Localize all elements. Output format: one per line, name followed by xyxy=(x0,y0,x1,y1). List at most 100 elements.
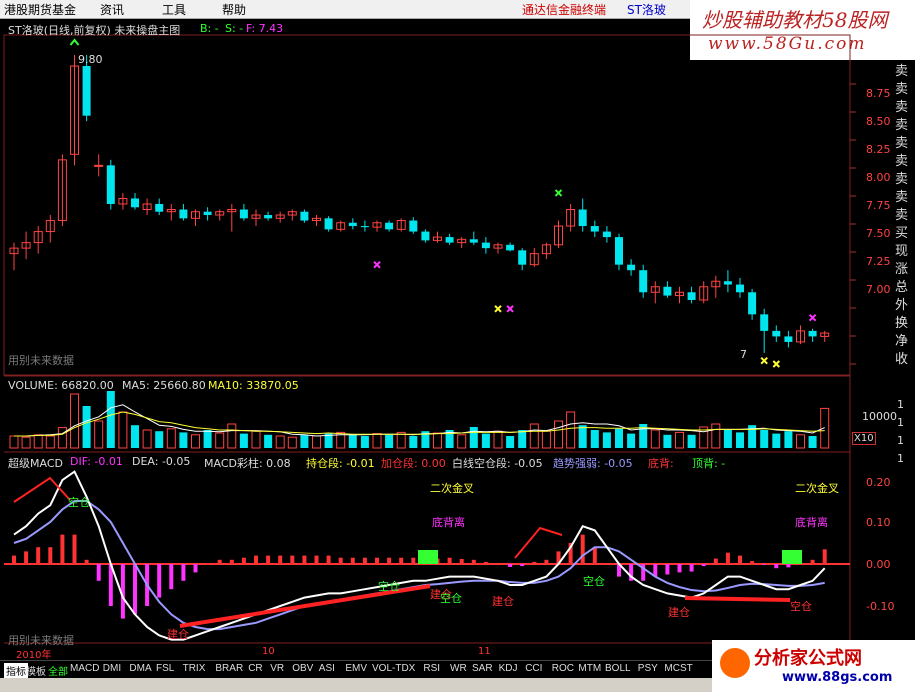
candle-body xyxy=(445,237,454,243)
macd-bar xyxy=(520,564,525,567)
macd-bar xyxy=(738,555,742,564)
macd-bar xyxy=(278,555,283,564)
volume-bar xyxy=(457,434,467,449)
tab-psy[interactable]: PSY xyxy=(638,663,658,674)
candle-body xyxy=(82,66,91,116)
macd-dif: DIF: -0.01 xyxy=(70,455,123,468)
volume-bar xyxy=(9,435,19,449)
tab-cr[interactable]: CR xyxy=(248,663,262,674)
macd-bar xyxy=(36,547,41,564)
macd-bar xyxy=(290,555,295,564)
macd-bar xyxy=(12,555,16,564)
volume-bar xyxy=(275,435,285,449)
volume-bar xyxy=(687,434,696,448)
volume-bar xyxy=(300,434,309,448)
side-quote-label: 卖 xyxy=(895,118,909,133)
tab-vr[interactable]: VR xyxy=(270,663,284,674)
volume-bar xyxy=(493,430,503,449)
candle-body xyxy=(385,222,394,230)
tab-sar[interactable]: SAR xyxy=(472,663,493,674)
tab-指标[interactable]: 指标 xyxy=(4,663,28,678)
tab-wr[interactable]: WR xyxy=(450,663,467,674)
candle-body xyxy=(106,165,115,204)
macd-bar xyxy=(72,534,77,564)
volume-bar xyxy=(723,430,732,448)
volume-bar xyxy=(179,432,188,448)
tab-mcst[interactable]: MCST xyxy=(664,663,692,674)
side-quote-label: 卖 xyxy=(895,172,909,187)
macd-mark-empty-3: 空仓 xyxy=(440,592,462,605)
tab-vol-tdx[interactable]: VOL-TDX xyxy=(372,663,415,674)
volume-bar xyxy=(203,430,212,448)
volume-bar xyxy=(518,430,527,448)
candle-body xyxy=(736,284,744,293)
chart-canvas[interactable] xyxy=(0,0,915,692)
macd-bar xyxy=(387,557,392,564)
low-price-label: 7 xyxy=(740,348,747,361)
volume-bar xyxy=(772,433,781,448)
macd-bar xyxy=(762,564,767,565)
tab-macd[interactable]: MACD xyxy=(70,663,99,674)
volume-bar xyxy=(711,423,721,449)
tab-模板[interactable]: 模板 xyxy=(26,663,46,678)
macd-bar xyxy=(483,561,488,564)
macd-mark-empty-1: 空仓 xyxy=(68,496,90,509)
volume-bar xyxy=(409,436,418,448)
tab-kdj[interactable]: KDJ xyxy=(499,663,518,674)
volume-bar xyxy=(627,433,636,448)
macd-bar xyxy=(48,547,53,564)
date-year-label: 2010年 xyxy=(16,650,52,661)
macd-mark-empty-4: 空仓 xyxy=(583,575,605,588)
volume-bar xyxy=(615,428,623,448)
tab-asi[interactable]: ASI xyxy=(319,663,335,674)
candle-body xyxy=(808,330,817,337)
volume-bar xyxy=(760,430,769,448)
volume-label: VOLUME: 66820.00 xyxy=(8,379,114,392)
volume-bar xyxy=(166,428,176,449)
tab-全部[interactable]: 全部 xyxy=(48,663,68,678)
tab-fsl[interactable]: FSL xyxy=(156,663,174,674)
top-signal-mark xyxy=(69,38,80,46)
macd-bar xyxy=(302,555,307,564)
tab-dmi[interactable]: DMI xyxy=(103,663,121,674)
tab-rsi[interactable]: RSI xyxy=(423,663,440,674)
macd-trend: 趋势强弱: -0.05 xyxy=(553,457,633,470)
macd-axis-tick: -0.10 xyxy=(866,600,895,613)
tab-roc[interactable]: ROC xyxy=(552,663,574,674)
volume-side-digit: 1 xyxy=(897,416,904,429)
volume-bar xyxy=(385,434,394,448)
price-axis-tick: 7.00 xyxy=(866,283,891,296)
s-value: S: - xyxy=(225,22,244,35)
tab-boll[interactable]: BOLL xyxy=(605,663,631,674)
macd-bar xyxy=(774,564,779,569)
macd-bars-value: MACD彩柱: 0.08 xyxy=(204,457,291,470)
tab-obv[interactable]: OBV xyxy=(292,663,313,674)
tab-dma[interactable]: DMA xyxy=(129,663,151,674)
volume-bar xyxy=(155,431,164,448)
price-panel-frame xyxy=(3,34,851,376)
volume-bar xyxy=(106,391,115,448)
tab-brar[interactable]: BRAR xyxy=(215,663,243,674)
tab-emv[interactable]: EMV xyxy=(345,663,367,674)
price-axis-tick: 8.75 xyxy=(866,87,891,100)
tab-trix[interactable]: TRIX xyxy=(183,663,206,674)
macd-signal-box xyxy=(782,550,802,564)
macd-bar xyxy=(229,559,234,564)
tab-cci[interactable]: CCI xyxy=(525,663,542,674)
macd-bar xyxy=(592,547,597,564)
macd-bar xyxy=(665,564,670,575)
volume-bar xyxy=(506,436,515,448)
volume-bar xyxy=(191,434,200,449)
volume-bar xyxy=(57,427,67,449)
candle-body xyxy=(179,209,188,219)
date-month-10: 10 xyxy=(262,646,275,657)
candle-body xyxy=(360,226,369,228)
price-axis-tick: 7.50 xyxy=(866,227,891,240)
signal-x-mark xyxy=(760,356,768,365)
side-quote-label: 卖 xyxy=(895,100,909,115)
macd-bar xyxy=(84,559,89,564)
macd-bar xyxy=(241,557,246,564)
macd-bar xyxy=(786,564,791,568)
tab-mtm[interactable]: MTM xyxy=(578,663,601,674)
volume-bar xyxy=(82,406,91,448)
